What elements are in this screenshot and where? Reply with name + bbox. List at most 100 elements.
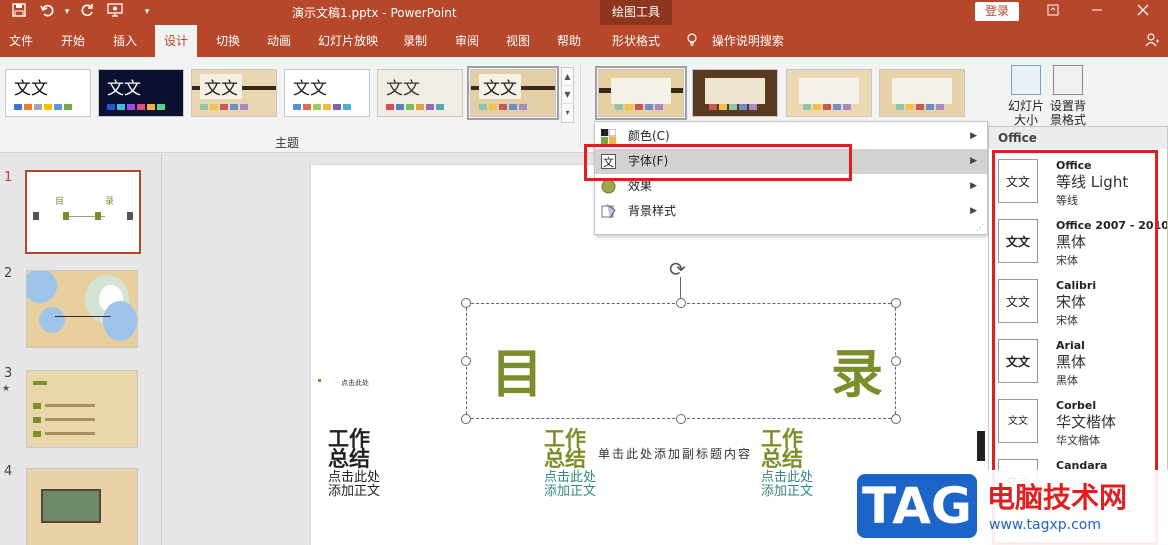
block-sub-line: 添加正文 [761, 484, 814, 499]
group-label-themes: 主题 [275, 136, 300, 150]
variant-thumb-1[interactable] [595, 66, 687, 120]
slide-thumbnail-pane: 1 目 录 2 3 ★ 4 [0, 154, 162, 545]
block-title-1[interactable]: 工作 总结 [328, 427, 370, 471]
lightbulb-icon [686, 33, 702, 48]
theme-swatches [14, 104, 72, 110]
theme-preview-text: 文文 [386, 79, 420, 99]
variant-thumb-3[interactable] [786, 69, 872, 117]
block-title-line: 工作 [328, 427, 370, 451]
variant-thumb-4[interactable] [879, 69, 965, 117]
tab-view[interactable]: 视图 [497, 25, 539, 57]
canvas-dot [318, 379, 321, 382]
menu-item-background-styles[interactable]: 背景样式 ▶ [595, 199, 987, 224]
resize-grip-icon[interactable]: ⋰ [976, 223, 984, 232]
variant-thumb-2[interactable] [692, 69, 778, 117]
tab-help[interactable]: 帮助 [548, 25, 590, 57]
tab-animations[interactable]: 动画 [258, 25, 300, 57]
minimize-icon[interactable] [1082, 2, 1112, 22]
gallery-up-icon[interactable]: ▲ [562, 68, 573, 86]
theme-thumb-plain[interactable]: 文文 [284, 69, 370, 117]
theme-thumb-dark[interactable]: 文文 [98, 69, 184, 117]
resize-handle[interactable] [461, 298, 471, 308]
tab-review[interactable]: 审阅 [446, 25, 488, 57]
thumb-circle [27, 271, 57, 303]
block-sub-1[interactable]: 点击此处 添加正文 [328, 471, 380, 499]
thumb-block [95, 212, 101, 220]
format-background-button[interactable]: 设置背景格式 [1046, 65, 1090, 127]
slide-number: 3 [4, 366, 13, 381]
block-sub-2[interactable]: 点击此处 添加正文 [544, 471, 596, 499]
theme-swatches [479, 104, 527, 110]
variant-card [799, 78, 859, 104]
theme-thumb-beige[interactable]: 文文 [377, 69, 463, 117]
canvas-small-text: 点击此处 [341, 379, 369, 387]
undo-dropdown-icon[interactable]: ▾ [58, 3, 76, 21]
theme-preview-text: 文文 [200, 74, 242, 99]
slide-thumb-3[interactable] [26, 370, 138, 448]
block-title-2[interactable]: 工作 总结 [544, 429, 586, 470]
customize-qat-icon[interactable]: ▾ [138, 3, 156, 21]
tab-slideshow[interactable]: 幻灯片放映 [309, 25, 387, 57]
gallery-more-icon[interactable]: ▾ [562, 104, 573, 122]
thumb-bar [45, 432, 95, 435]
tab-file[interactable]: 文件 [0, 25, 42, 57]
thumb-bar [33, 381, 47, 385]
variant-swatches [709, 104, 757, 110]
variant-swatches [803, 104, 851, 110]
watermark-logo: TAG [857, 474, 977, 538]
tab-shape-format[interactable]: 形状格式 [603, 25, 669, 57]
ribbon-display-options-icon[interactable] [1038, 2, 1068, 22]
resize-handle[interactable] [461, 356, 471, 366]
slide-thumb-4[interactable] [26, 468, 138, 545]
thumb-line [55, 316, 111, 317]
variant-card [611, 78, 671, 104]
theme-swatches [200, 104, 248, 110]
resize-handle[interactable] [891, 356, 901, 366]
tab-record[interactable]: 录制 [394, 25, 436, 57]
undo-icon[interactable] [38, 3, 56, 21]
thumb-char: 目 [55, 197, 65, 207]
fonts-submenu-header: Office [989, 127, 1167, 149]
block-title-line: 总结 [328, 447, 370, 471]
close-icon[interactable] [1128, 2, 1158, 22]
slide-size-label: 幻灯片大小 [1007, 99, 1044, 127]
menu-label: 背景样式 [628, 204, 677, 218]
theme-thumb-wood-selected[interactable]: 文文 [467, 66, 559, 120]
watermark-url: www.tagxp.com [989, 517, 1101, 533]
share-user-icon[interactable] [1145, 33, 1159, 51]
selected-title-box[interactable]: 目 录 [461, 298, 901, 424]
tell-me-search[interactable]: 操作说明搜索 [686, 25, 784, 57]
rotate-handle-icon[interactable]: ⟳ [669, 257, 686, 281]
highlight-box-fonts-item [584, 144, 852, 181]
slide-thumb-2[interactable] [26, 270, 138, 348]
gallery-down-icon[interactable]: ▼ [562, 86, 573, 104]
title-char-right: 录 [831, 344, 884, 405]
variant-card [705, 78, 765, 104]
block-title-3[interactable]: 工作 总结 [761, 429, 803, 470]
slide-size-button[interactable]: 幻灯片大小 [1004, 65, 1048, 127]
resize-handle[interactable] [676, 414, 686, 424]
theme-gallery-scroll[interactable]: ▲ ▼ ▾ [561, 67, 574, 123]
variant-card [892, 78, 952, 104]
block-sub-3[interactable]: 点击此处 添加正文 [761, 471, 813, 499]
redo-icon[interactable] [78, 3, 96, 21]
resize-handle[interactable] [891, 298, 901, 308]
save-icon[interactable] [10, 3, 28, 21]
theme-thumb-wood-1[interactable]: 文文 [191, 69, 277, 117]
tab-transitions[interactable]: 切换 [207, 25, 249, 57]
tab-design[interactable]: 设计 [155, 25, 198, 57]
resize-handle[interactable] [676, 298, 686, 308]
theme-swatches [107, 104, 165, 110]
login-button[interactable]: 登录 [975, 2, 1019, 21]
thumb-circle [39, 307, 65, 333]
slide-thumb-1[interactable]: 目 录 [25, 170, 141, 254]
tab-insert[interactable]: 插入 [104, 25, 146, 57]
theme-swatches [293, 104, 351, 110]
resize-handle[interactable] [461, 414, 471, 424]
subtitle-placeholder[interactable]: 单击此处添加副标题内容 [598, 445, 752, 462]
tab-home[interactable]: 开始 [52, 25, 94, 57]
theme-thumb-office[interactable]: 文文 [5, 69, 91, 117]
thumb-circle [103, 301, 137, 341]
present-from-start-icon[interactable] [106, 3, 124, 21]
resize-handle[interactable] [891, 414, 901, 424]
